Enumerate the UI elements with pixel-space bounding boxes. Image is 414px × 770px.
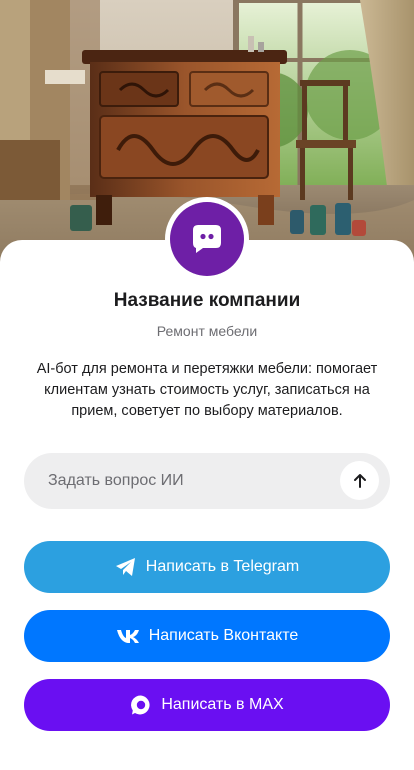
max-button[interactable]: Написать в MAX bbox=[24, 679, 390, 731]
vk-button[interactable]: Написать Вконтакте bbox=[24, 610, 390, 662]
company-avatar bbox=[165, 197, 249, 281]
max-icon bbox=[130, 694, 152, 716]
telegram-icon bbox=[115, 557, 137, 577]
max-button-label: Написать в MAX bbox=[161, 696, 284, 713]
telegram-button[interactable]: Написать в Telegram bbox=[24, 541, 390, 593]
send-button[interactable] bbox=[340, 461, 379, 500]
telegram-button-label: Написать в Telegram bbox=[145, 558, 300, 575]
avatar-background bbox=[170, 202, 244, 276]
vk-icon bbox=[116, 628, 140, 644]
company-subtitle: Ремонт мебели bbox=[156, 323, 258, 339]
ask-ai-box bbox=[24, 453, 390, 509]
page: Название компании Ремонт мебели AI-бот д… bbox=[0, 0, 414, 770]
company-name: Название компании bbox=[113, 290, 301, 311]
chat-bot-icon bbox=[193, 225, 221, 253]
arrow-up-icon bbox=[353, 473, 366, 488]
vk-button-label: Написать Вконтакте bbox=[148, 627, 299, 644]
company-description: AI-бот для ремонта и перетяжки мебели: п… bbox=[36, 361, 378, 419]
ask-ai-input[interactable] bbox=[48, 453, 328, 509]
